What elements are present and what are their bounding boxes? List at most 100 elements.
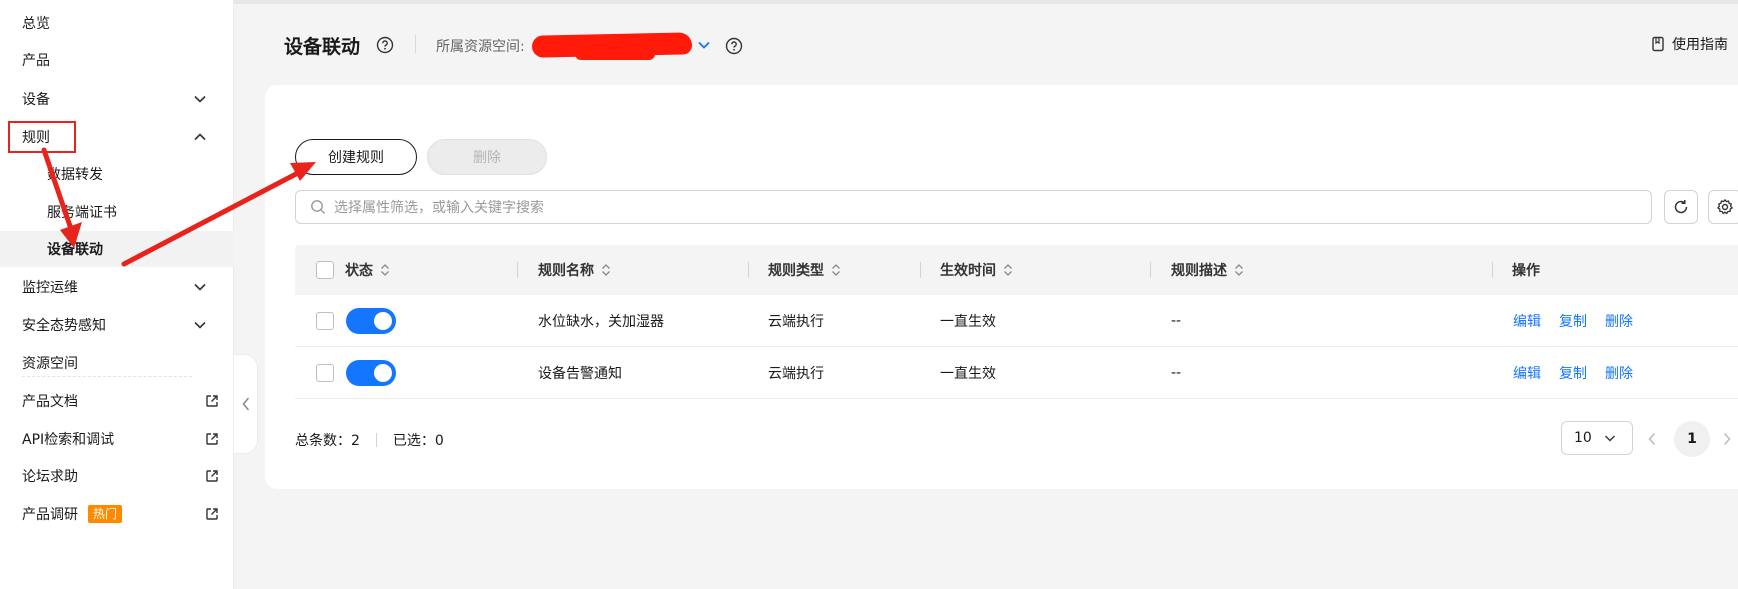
sort-icon [1235, 264, 1243, 276]
header-separator [415, 35, 416, 53]
sidebar-item-label: 数据转发 [47, 167, 103, 183]
refresh-button[interactable] [1664, 190, 1698, 224]
rule-description-cell: -- [1171, 365, 1182, 381]
external-link-icon [206, 433, 218, 445]
copy-link[interactable]: 复制 [1559, 363, 1587, 383]
next-page-icon[interactable] [1722, 432, 1732, 446]
gear-icon [1717, 199, 1733, 215]
sidebar-item-label: 论坛求助 [22, 469, 78, 485]
column-label: 操作 [1512, 263, 1540, 279]
book-icon [1652, 36, 1664, 52]
sort-icon [381, 264, 389, 276]
prev-page-icon[interactable] [1647, 432, 1657, 446]
chevron-left-icon [242, 397, 249, 411]
user-guide-link[interactable]: 使用指南 [1650, 34, 1728, 54]
sidebar-divider [22, 376, 192, 377]
actions-cell: 编辑 复制 删除 [1513, 295, 1651, 347]
help-icon[interactable] [376, 36, 394, 54]
delete-link[interactable]: 删除 [1605, 363, 1633, 383]
column-separator [748, 262, 749, 278]
column-label: 规则名称 [538, 263, 594, 279]
column-header-effective-time[interactable]: 生效时间 [940, 245, 1013, 295]
sidebar-item-api-explorer[interactable]: API检索和调试 [0, 421, 234, 457]
sidebar-item-label: 产品 [22, 53, 50, 69]
sidebar-item-products[interactable]: 产品 [0, 42, 234, 78]
table-row: 水位缺水，关加湿器 云端执行 一直生效 -- 编辑 复制 删除 [295, 295, 1738, 347]
sidebar-item-label: API检索和调试 [22, 432, 115, 448]
chevron-down-icon [194, 283, 206, 291]
sort-icon [1004, 264, 1012, 276]
sidebar-item-monitoring[interactable]: 监控运维 [0, 269, 234, 305]
external-link-icon [206, 395, 218, 407]
chevron-down-icon[interactable] [697, 38, 711, 52]
current-page-button[interactable]: 1 [1674, 421, 1710, 457]
sidebar-item-forum[interactable]: 论坛求助 [0, 458, 234, 494]
column-separator [920, 262, 921, 278]
settings-button[interactable] [1708, 190, 1738, 224]
annotation-highlight-box [8, 121, 76, 153]
column-separator [1150, 262, 1151, 278]
sidebar-item-device-linkage[interactable]: 设备联动 [0, 231, 234, 267]
effective-time-cell: 一直生效 [940, 314, 996, 330]
column-header-rule-name[interactable]: 规则名称 [538, 245, 611, 295]
sidebar-item-overview[interactable]: 总览 [0, 5, 234, 41]
sort-icon [602, 264, 610, 276]
status-toggle[interactable] [346, 360, 396, 386]
sidebar-item-label: 监控运维 [22, 280, 78, 296]
sidebar-item-label: 安全态势感知 [22, 318, 106, 334]
hot-badge: 热门 [88, 505, 123, 523]
user-guide-label: 使用指南 [1672, 37, 1728, 53]
refresh-icon [1674, 200, 1688, 214]
search-placeholder: 选择属性筛选，或输入关键字搜索 [334, 200, 544, 216]
rule-description-cell: -- [1171, 313, 1182, 329]
column-label: 生效时间 [940, 263, 996, 279]
column-header-status[interactable]: 状态 [345, 245, 390, 295]
delete-button[interactable]: 删除 [427, 139, 547, 175]
sidebar-item-product-docs[interactable]: 产品文档 [0, 383, 234, 419]
sidebar-item-security[interactable]: 安全态势感知 [0, 307, 234, 343]
edit-link[interactable]: 编辑 [1513, 363, 1541, 383]
help-icon[interactable] [725, 37, 743, 55]
sidebar-item-devices[interactable]: 设备 [0, 81, 234, 117]
external-link-icon [206, 470, 218, 482]
create-rule-button[interactable]: 创建规则 [295, 139, 417, 175]
row-checkbox[interactable] [316, 364, 334, 382]
page-title: 设备联动 [284, 36, 361, 58]
delete-link[interactable]: 删除 [1605, 311, 1633, 331]
chevron-down-icon [1604, 435, 1615, 442]
external-link-icon [206, 508, 218, 520]
column-header-rule-type[interactable]: 规则类型 [768, 245, 841, 295]
sidebar-collapse-handle[interactable] [234, 354, 258, 454]
sidebar-item-data-forwarding[interactable]: 数据转发 [0, 156, 234, 192]
rule-name-cell: 设备告警通知 [538, 366, 622, 382]
status-toggle[interactable] [346, 308, 396, 334]
column-header-actions: 操作 [1512, 245, 1540, 295]
column-separator [1492, 262, 1493, 278]
effective-time-cell: 一直生效 [940, 366, 996, 382]
table-summary: 总条数：2 已选：0 [295, 430, 444, 450]
page-size-select[interactable]: 10 [1561, 421, 1633, 455]
chevron-down-icon [194, 321, 206, 329]
search-input[interactable]: 选择属性筛选，或输入关键字搜索 [295, 190, 1652, 224]
redacted-resource-space-tail [575, 48, 655, 60]
sidebar-item-server-certificate[interactable]: 服务端证书 [0, 194, 234, 230]
search-icon [311, 200, 325, 214]
column-label: 状态 [345, 263, 373, 279]
column-separator [517, 262, 518, 278]
sidebar-item-survey[interactable]: 产品调研 热门 [0, 496, 234, 532]
copy-link[interactable]: 复制 [1559, 311, 1587, 331]
table-row: 设备告警通知 云端执行 一直生效 -- 编辑 复制 删除 [295, 347, 1738, 399]
edit-link[interactable]: 编辑 [1513, 311, 1541, 331]
column-header-rule-description[interactable]: 规则描述 [1171, 245, 1244, 295]
sidebar-item-label: 产品文档 [22, 394, 78, 410]
column-label: 规则类型 [768, 263, 824, 279]
sidebar-item-label: 产品调研 [22, 507, 78, 523]
rule-type-cell: 云端执行 [768, 314, 824, 330]
total-count: 总条数：2 [295, 433, 360, 449]
sidebar-item-label: 资源空间 [22, 356, 78, 372]
rule-name-cell: 水位缺水，关加湿器 [538, 314, 664, 330]
column-label: 规则描述 [1171, 263, 1227, 279]
row-checkbox[interactable] [316, 312, 334, 330]
select-all-checkbox[interactable] [316, 261, 334, 279]
top-border [0, 0, 1738, 4]
